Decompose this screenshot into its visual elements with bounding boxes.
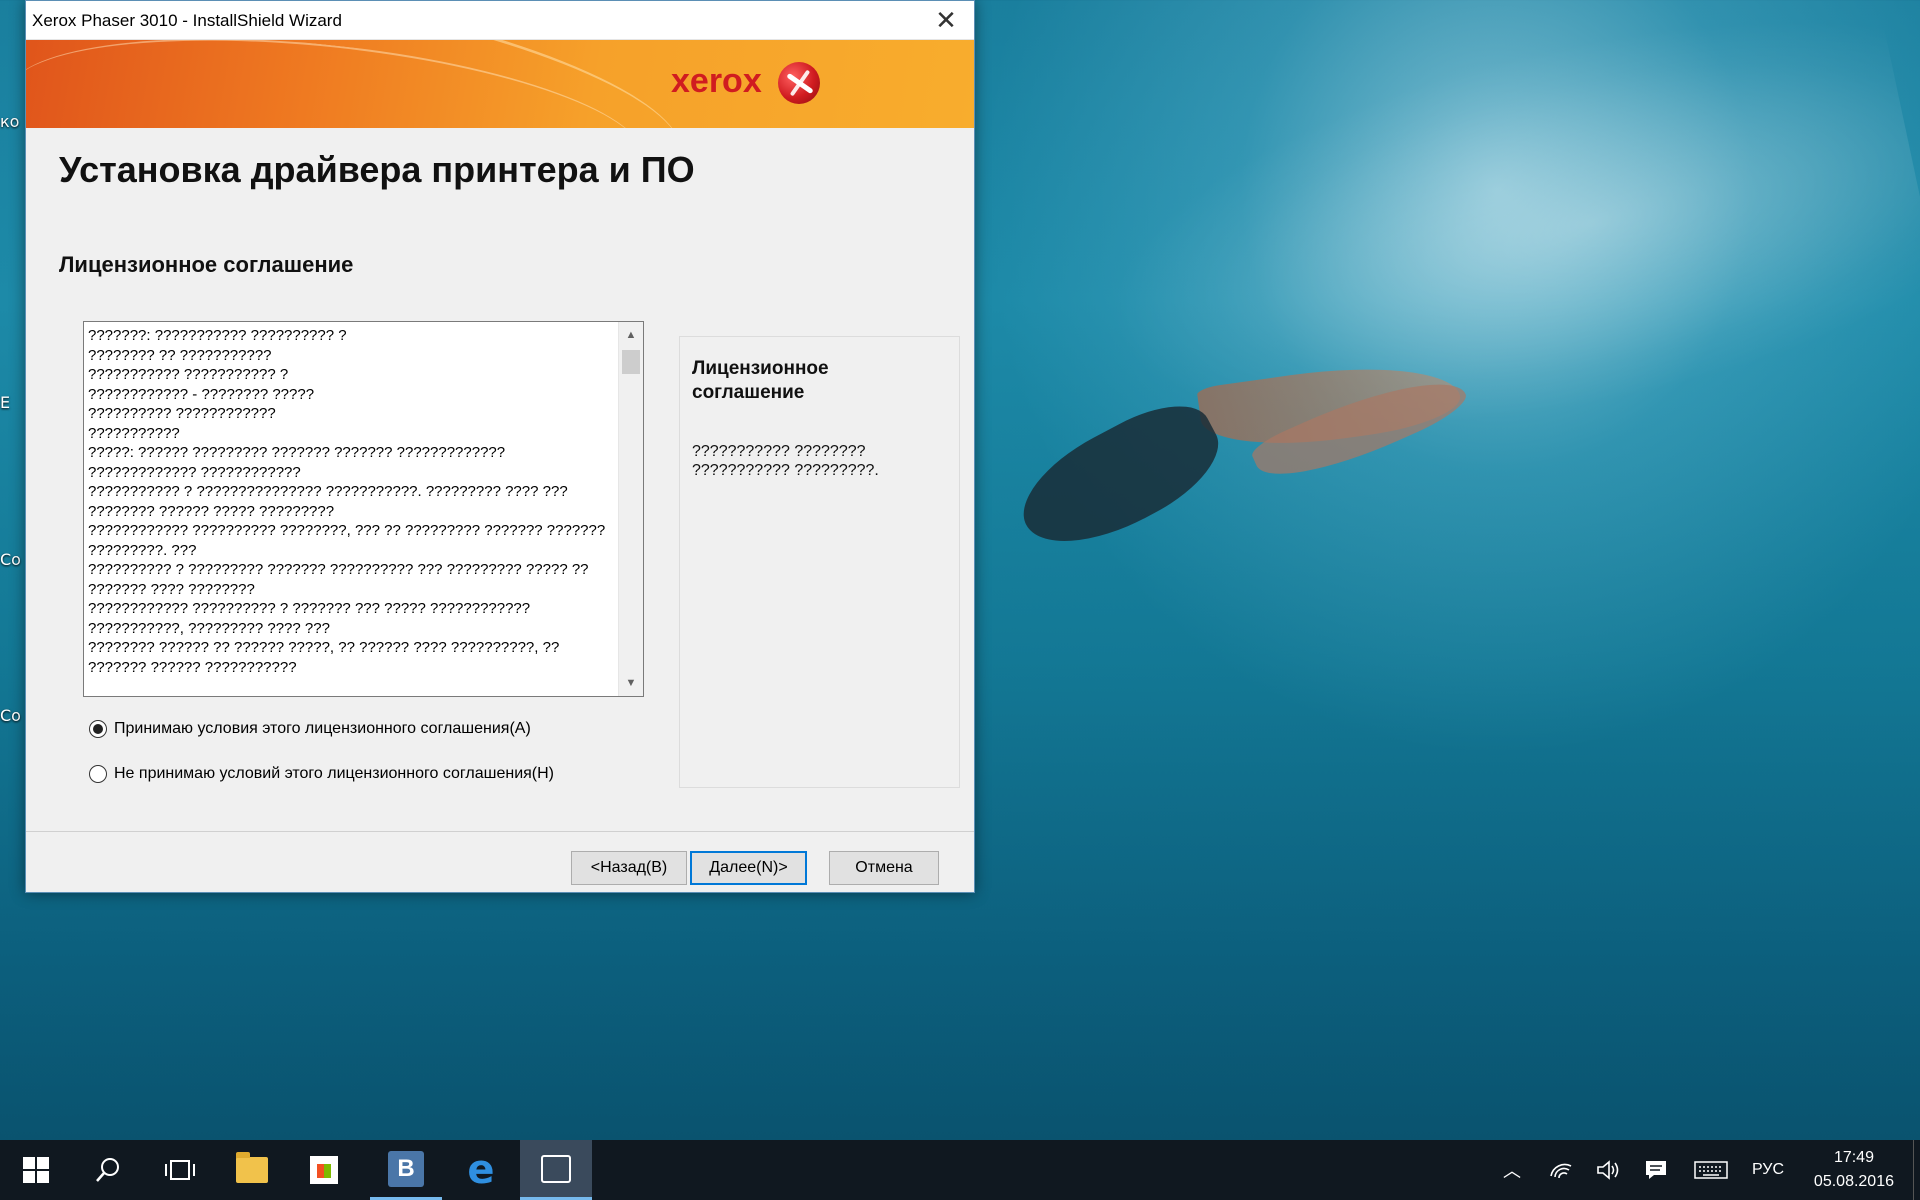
store-icon [310, 1156, 338, 1184]
wifi-icon [1550, 1163, 1572, 1179]
decline-radio-option[interactable]: Не принимаю условий этого лицензионного … [89, 765, 554, 783]
close-icon: ✕ [935, 4, 957, 35]
decline-radio-label[interactable]: Не принимаю условий этого лицензионного … [114, 765, 554, 783]
clock-date: 05.08.2016 [1813, 1173, 1894, 1190]
installer-window: Xerox Phaser 3010 - InstallShield Wizard… [25, 0, 975, 893]
title-bar[interactable]: Xerox Phaser 3010 - InstallShield Wizard… [26, 1, 974, 40]
file-explorer-button[interactable] [216, 1140, 288, 1200]
xerox-logo-icon [778, 62, 820, 104]
edge-button[interactable]: e [445, 1140, 517, 1200]
close-button[interactable]: ✕ [918, 1, 974, 39]
start-button[interactable] [0, 1140, 72, 1200]
desktop-icon-label[interactable]: Со [0, 550, 21, 569]
volume-button[interactable] [1590, 1140, 1626, 1200]
clock-time: 17:49 [1833, 1149, 1874, 1166]
task-view-button[interactable] [144, 1140, 216, 1200]
desktop-icon-label[interactable]: Е [0, 393, 10, 412]
cancel-button[interactable]: Отмена [829, 851, 939, 885]
accept-radio-label[interactable]: Принимаю условия этого лицензионного сог… [114, 720, 531, 738]
desktop-icon-label[interactable]: ко [0, 112, 19, 131]
info-panel: Лицензионное соглашение ??????????? ????… [679, 336, 960, 788]
info-heading: Лицензионное соглашение [692, 358, 829, 403]
search-icon [96, 1158, 119, 1182]
desktop-icon-label[interactable]: Со [0, 706, 21, 725]
scroll-up-icon[interactable]: ▲ [619, 324, 643, 346]
search-button[interactable] [72, 1140, 144, 1200]
edge-icon: e [467, 1147, 495, 1193]
accept-radio-option[interactable]: Принимаю условия этого лицензионного сог… [89, 720, 531, 738]
vk-button[interactable]: В [370, 1140, 442, 1200]
window-title: Xerox Phaser 3010 - InstallShield Wizard [32, 11, 342, 30]
show-desktop-button[interactable] [1913, 1140, 1920, 1200]
clock[interactable]: 17:49 05.08.2016 [1814, 1146, 1894, 1194]
section-title: Лицензионное соглашение [59, 252, 354, 277]
footer-divider [26, 831, 974, 832]
info-description: ??????????? ???????? ??????????? ???????… [692, 443, 879, 479]
store-button[interactable] [288, 1140, 360, 1200]
touch-keyboard-button[interactable] [1689, 1140, 1733, 1200]
task-view-icon [165, 1160, 195, 1180]
xerox-logo-text: xerox [671, 62, 762, 100]
next-button[interactable]: Далее(N)> [690, 851, 807, 885]
show-hidden-icons-button[interactable]: ︿ [1495, 1140, 1529, 1200]
header-banner: xerox [26, 40, 974, 128]
vk-icon: В [388, 1150, 424, 1187]
chevron-up-icon: ︿ [1503, 1161, 1521, 1181]
license-text: ???????: ??????????? ?????????? ? ??????… [88, 327, 606, 676]
file-explorer-icon [236, 1152, 268, 1183]
license-scrollbar[interactable]: ▲ ▼ [618, 322, 643, 696]
action-center-button[interactable] [1638, 1140, 1674, 1200]
scroll-down-icon[interactable]: ▼ [619, 672, 643, 694]
keyboard-icon [1694, 1161, 1728, 1179]
notification-icon [1646, 1161, 1666, 1179]
back-button[interactable]: <Назад(B) [571, 851, 687, 885]
network-button[interactable] [1543, 1140, 1579, 1200]
scroll-thumb[interactable] [622, 350, 640, 374]
installer-icon [541, 1154, 571, 1183]
installer-taskbar-button[interactable] [520, 1140, 592, 1200]
decline-radio[interactable] [89, 765, 107, 783]
volume-icon [1597, 1160, 1619, 1180]
windows-logo-icon [23, 1157, 49, 1183]
license-text-box[interactable]: ???????: ??????????? ?????????? ? ??????… [83, 321, 644, 697]
accept-radio[interactable] [89, 720, 107, 738]
taskbar: В e ︿ РУС 17:49 05.08.2016 [0, 1140, 1920, 1200]
page-title: Установка драйвера принтера и ПО [59, 149, 695, 190]
input-language-button[interactable]: РУС [1745, 1140, 1791, 1200]
